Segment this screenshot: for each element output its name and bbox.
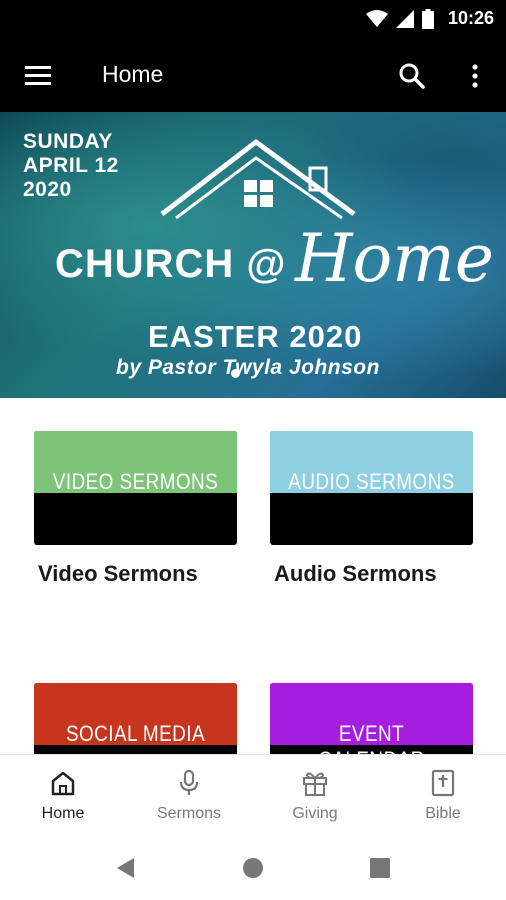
status-icons: 10:26 [365,8,494,29]
tile-image: SOCIAL MEDIA [34,683,237,754]
tile-event-calendar[interactable]: EVENT CALENDAR [270,683,473,754]
banner-home-script: Home [295,220,494,297]
tile-label: Audio Sermons [274,561,437,586]
nav-item-giving[interactable]: Giving [252,755,378,837]
tile-video-sermons[interactable]: VIDEO SERMONS Video Sermons [34,431,237,591]
banner-byline: by Pastor Twyla Johnson [116,356,380,379]
back-icon[interactable] [112,854,140,882]
app-bar: Home [0,40,506,112]
bible-icon [431,769,455,797]
banner-church-text: CHURCH @ [55,242,287,286]
tile-social-media[interactable]: SOCIAL MEDIA [34,683,237,754]
home-circle-icon[interactable] [239,854,267,882]
bottom-navigation: Home Sermons Giving Bible [0,754,506,836]
recents-icon[interactable] [366,854,394,882]
tile-image: AUDIO SERMONS [270,431,473,545]
nav-item-sermons[interactable]: Sermons [126,755,252,837]
more-options-button[interactable] [462,60,488,92]
nav-label: Sermons [156,805,222,822]
banner-date-year: 2020 [23,178,72,201]
tile-image-text: VIDEO SERMONS [52,469,219,494]
status-bar: 10:26 [0,0,506,40]
menu-icon [25,66,51,85]
banner-event-title: EASTER 2020 [148,319,363,354]
microphone-icon [179,769,199,795]
tile-image-text: AUDIO SERMONS [288,469,455,494]
banner-date-month: APRIL 12 [23,154,119,177]
battery-icon [421,8,434,29]
carousel-indicator [231,369,240,378]
tile-image: EVENT CALENDAR [270,683,473,754]
content-grid: VIDEO SERMONS Video Sermons AUDIO SERMON… [0,398,506,754]
search-button[interactable] [396,60,428,92]
nav-label: Giving [292,805,338,822]
banner-date-day: SUNDAY [23,130,113,153]
system-navigation [0,836,506,900]
banner-date: SUNDAY APRIL 12 2020 [23,130,119,202]
nav-label: Bible [425,805,461,822]
gift-icon [303,772,327,796]
tile-label: Video Sermons [38,561,198,586]
tile-image-text: SOCIAL MEDIA [65,721,206,746]
tile-image: VIDEO SERMONS [34,431,237,545]
menu-button[interactable] [22,60,56,92]
search-icon [399,63,425,89]
hero-banner[interactable]: SUNDAY APRIL 12 2020 CHURCH @ Home EASTE… [0,112,506,398]
nav-item-bible[interactable]: Bible [380,755,506,837]
status-time: 10:26 [447,8,494,28]
tile-image-text: EVENT CALENDAR [318,721,424,754]
nav-label: Home [41,805,85,822]
more-vert-icon [472,64,478,88]
wifi-icon [365,9,388,27]
home-icon [51,771,75,796]
nav-item-home[interactable]: Home [0,755,126,837]
signal-icon [395,9,414,28]
tile-audio-sermons[interactable]: AUDIO SERMONS Audio Sermons [270,431,473,591]
page-title: Home [102,61,164,87]
